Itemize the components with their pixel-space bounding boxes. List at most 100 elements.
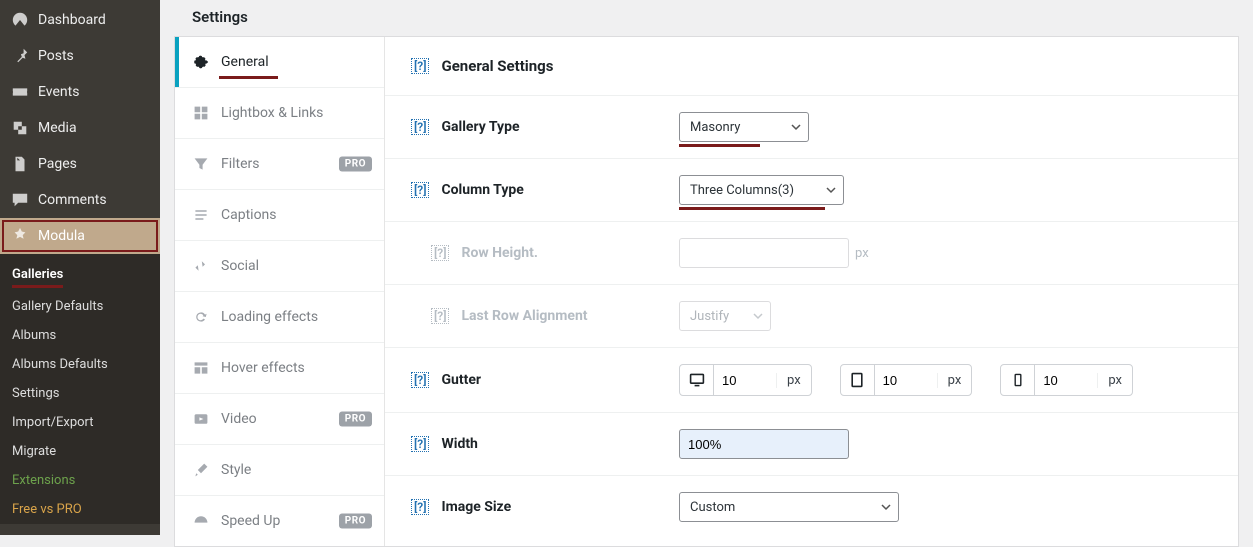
sidebar-item-posts[interactable]: Posts — [0, 38, 160, 74]
unit-label: px — [776, 373, 811, 388]
funnel-icon — [192, 155, 210, 173]
help-icon[interactable]: [?] — [431, 308, 449, 324]
tab-social[interactable]: Social — [175, 241, 384, 292]
sidebar-sub-albums-defaults[interactable]: Albums Defaults — [0, 350, 160, 379]
desktop-icon — [680, 365, 714, 395]
pro-badge: PRO — [339, 514, 372, 529]
field-label: Last Row Alignment — [461, 308, 587, 324]
nav-label: Comments — [38, 192, 107, 208]
sidebar-sub-import-export[interactable]: Import/Export — [0, 408, 160, 437]
field-label: Gallery Type — [441, 119, 519, 135]
gutter-desktop-input[interactable] — [714, 365, 776, 395]
help-icon[interactable]: [?] — [411, 436, 429, 452]
tab-label: Captions — [221, 207, 277, 223]
page-title: Settings — [174, 0, 1239, 36]
tab-label: Loading effects — [221, 309, 318, 325]
link-icon — [192, 257, 210, 275]
tab-label: Hover effects — [221, 360, 305, 376]
row-height-input[interactable] — [679, 238, 849, 268]
nav-label: Pages — [38, 156, 77, 172]
media-icon — [10, 118, 30, 138]
tab-general[interactable]: General — [175, 37, 384, 88]
field-row-height: [?] Row Height. px — [385, 222, 1238, 285]
nav-label: Media — [38, 120, 77, 136]
section-title: General Settings — [441, 57, 553, 75]
tab-style[interactable]: Style — [175, 445, 384, 496]
sidebar-sub-galleries[interactable]: Galleries — [12, 260, 63, 288]
gauge-icon — [10, 10, 30, 30]
highlight-underline — [219, 76, 278, 79]
tab-label: General — [221, 54, 269, 70]
tab-label: Style — [221, 462, 251, 478]
select-value: Masonry — [690, 120, 740, 135]
unit-label: px — [855, 246, 869, 261]
main-content: Settings General Lightbox & Links Filter… — [160, 0, 1253, 535]
settings-tabs: General Lightbox & Links Filters PRO Cap… — [175, 37, 385, 546]
gallery-type-select[interactable]: Masonry — [679, 112, 809, 142]
help-icon[interactable]: [?] — [411, 119, 429, 135]
brush-icon — [192, 461, 210, 479]
field-label: Gutter — [441, 372, 481, 388]
chevron-down-icon — [881, 502, 891, 512]
sidebar-item-pages[interactable]: Pages — [0, 146, 160, 182]
nav-label: Modula — [38, 228, 85, 244]
tab-loading-effects[interactable]: Loading effects — [175, 292, 384, 343]
gutter-desktop: px — [679, 364, 812, 396]
sidebar-sub-migrate[interactable]: Migrate — [0, 437, 160, 466]
ticket-icon — [10, 82, 30, 102]
tab-filters[interactable]: Filters PRO — [175, 139, 384, 190]
tab-video[interactable]: Video PRO — [175, 394, 384, 445]
help-icon[interactable]: [?] — [411, 58, 429, 74]
sidebar-sub-gallery-defaults[interactable]: Gallery Defaults — [0, 292, 160, 321]
tab-label: Lightbox & Links — [221, 105, 323, 121]
unit-label: px — [1097, 373, 1132, 388]
grid-icon — [192, 104, 210, 122]
gutter-mobile-input[interactable] — [1035, 365, 1097, 395]
sidebar-sub-free-vs-pro[interactable]: Free vs PRO — [0, 495, 160, 524]
last-row-select[interactable]: Justify — [679, 301, 771, 331]
gauge-icon — [192, 512, 210, 530]
help-icon[interactable]: [?] — [431, 245, 449, 261]
image-size-select[interactable]: Custom — [679, 492, 899, 522]
field-column-type: [?] Column Type Three Columns(3) — [385, 159, 1238, 222]
tab-label: Speed Up — [221, 513, 280, 529]
tab-lightbox-links[interactable]: Lightbox & Links — [175, 88, 384, 139]
sidebar-item-comments[interactable]: Comments — [0, 182, 160, 218]
tab-speed-up[interactable]: Speed Up PRO — [175, 496, 384, 546]
sidebar-sub-settings[interactable]: Settings — [0, 379, 160, 408]
field-width: [?] Width — [385, 413, 1238, 476]
sidebar-item-modula[interactable]: Modula — [0, 218, 160, 254]
field-gallery-type: [?] Gallery Type Masonry — [385, 96, 1238, 159]
help-icon[interactable]: [?] — [411, 182, 429, 198]
pages-icon — [10, 154, 30, 174]
sidebar-sub-extensions[interactable]: Extensions — [0, 466, 160, 495]
mobile-icon — [1001, 365, 1035, 395]
wp-admin-sidebar: Dashboard Posts Events Media Pages Comme… — [0, 0, 160, 535]
select-value: Custom — [690, 500, 735, 515]
field-label: Image Size — [441, 499, 511, 515]
gutter-tablet-input[interactable] — [875, 365, 937, 395]
help-icon[interactable]: [?] — [411, 499, 429, 515]
settings-card: General Lightbox & Links Filters PRO Cap… — [174, 36, 1239, 547]
sidebar-item-dashboard[interactable]: Dashboard — [0, 2, 160, 38]
gutter-mobile: px — [1000, 364, 1133, 396]
help-icon[interactable]: [?] — [411, 372, 429, 388]
sidebar-sub-albums[interactable]: Albums — [0, 321, 160, 350]
tab-hover-effects[interactable]: Hover effects — [175, 343, 384, 394]
section-header: [?] General Settings — [385, 37, 1238, 96]
width-input[interactable] — [679, 429, 849, 459]
tab-captions[interactable]: Captions — [175, 190, 384, 241]
field-label: Row Height. — [461, 245, 537, 261]
sidebar-item-events[interactable]: Events — [0, 74, 160, 110]
tab-label: Filters — [221, 156, 260, 172]
column-type-select[interactable]: Three Columns(3) — [679, 175, 844, 205]
nav-label: Dashboard — [38, 12, 106, 28]
field-label: Column Type — [441, 182, 523, 198]
sidebar-item-media[interactable]: Media — [0, 110, 160, 146]
field-gutter: [?] Gutter px px — [385, 348, 1238, 413]
nav-label: Posts — [38, 48, 74, 64]
chevron-down-icon — [753, 311, 763, 321]
select-value: Three Columns(3) — [690, 183, 794, 198]
settings-panel: [?] General Settings [?] Gallery Type Ma… — [385, 37, 1238, 546]
chevron-down-icon — [826, 185, 836, 195]
